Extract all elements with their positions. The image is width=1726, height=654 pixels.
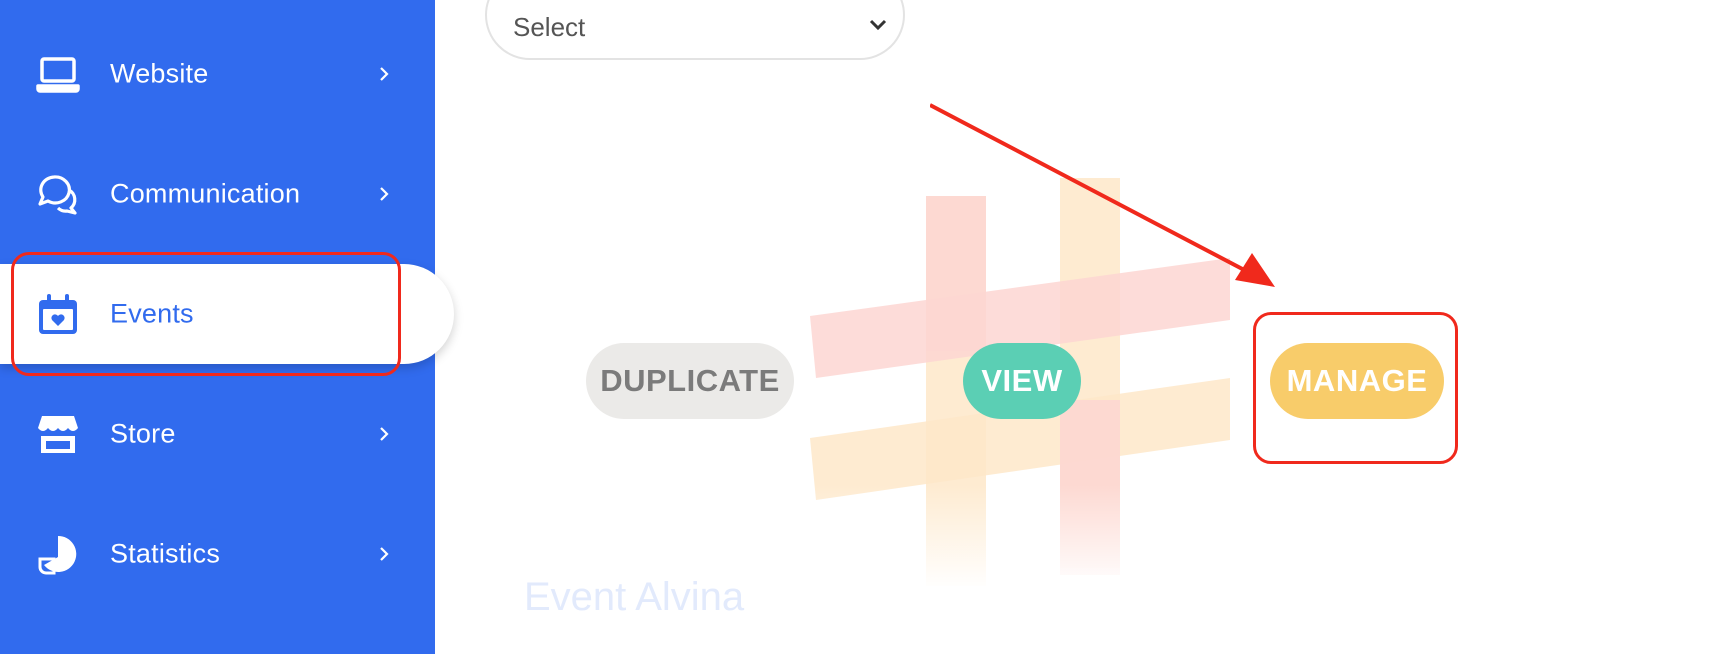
chat-bubbles-icon [36,172,80,216]
sidebar-item-communication[interactable]: Communication [0,144,435,244]
sidebar-item-label: Store [110,418,176,449]
event-title[interactable]: Event Alvina [524,575,744,620]
sidebar-item-store[interactable]: Store [0,384,435,484]
sidebar-item-label: Statistics [110,538,221,569]
chevron-down-icon [867,14,889,36]
pie-chart-icon [36,532,80,576]
sidebar-item-events[interactable]: Events [0,264,454,364]
manage-button[interactable]: MANAGE [1270,343,1444,419]
sidebar-item-label: Events [110,298,194,329]
view-button[interactable]: VIEW [963,343,1081,419]
chevron-right-icon [375,545,393,563]
duplicate-button[interactable]: DUPLICATE [586,343,794,419]
filter-select[interactable]: Select [485,0,905,60]
sidebar-item-label: Website [110,58,209,89]
chevron-right-icon [375,65,393,83]
storefront-icon [36,412,80,456]
chevron-right-icon [375,425,393,443]
select-value: Select [513,12,586,42]
annotation-arrow [930,103,1275,287]
sidebar-item-website[interactable]: Website [0,24,435,124]
sidebar: Website Communication Events Store Stati… [0,0,454,654]
calendar-heart-icon [36,292,80,336]
laptop-icon [36,52,80,96]
chevron-right-icon [375,185,393,203]
sidebar-item-label: Communication [110,178,301,209]
sidebar-item-statistics[interactable]: Statistics [0,504,435,604]
